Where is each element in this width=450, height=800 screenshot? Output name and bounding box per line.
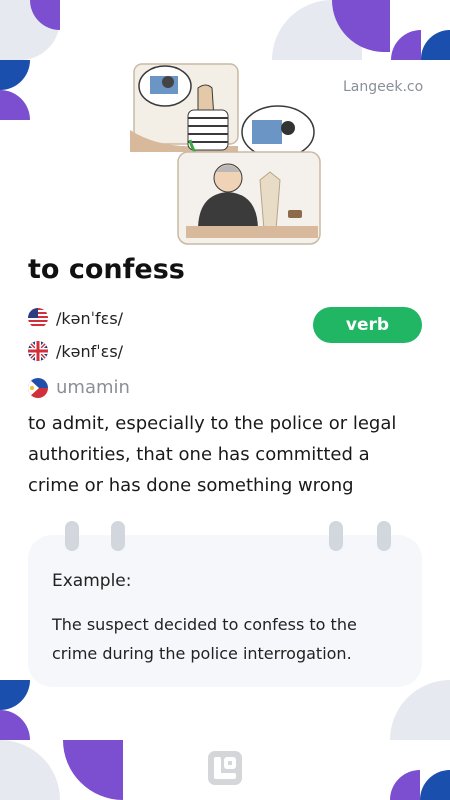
us-flag-icon: [28, 308, 48, 328]
pronunciation-us-ipa: /kənˈfɛs/: [56, 308, 124, 328]
word-title: to confess: [28, 254, 185, 285]
uk-flag-icon: [28, 341, 48, 361]
decor-top-left: [0, 0, 60, 120]
translation-row: umamin: [28, 377, 130, 398]
confession-scene-illustration: [128, 60, 322, 246]
definition-text: to admit, especially to the police or le…: [28, 413, 397, 496]
pronunciation-uk-ipa: /kənfˈɛs/: [56, 341, 124, 361]
pronunciation-us[interactable]: /kənˈfɛs/: [28, 308, 123, 328]
decor-bottom-left: [0, 680, 125, 800]
philippines-flag-icon: [28, 377, 48, 398]
example-card: Example: The suspect decided to confess …: [28, 535, 422, 687]
translation-text: umamin: [56, 377, 130, 398]
binder-ring-icon: [111, 521, 125, 551]
pronunciation-uk[interactable]: /kənfˈɛs/: [28, 341, 123, 361]
example-label: Example:: [52, 571, 132, 591]
example-sentence: The suspect decided to confess to the cr…: [52, 615, 357, 663]
binder-ring-icon: [377, 521, 391, 551]
langeek-logo-icon: [208, 751, 242, 785]
brand-site-label: Langeek.co: [343, 79, 424, 95]
decor-bottom-right: [390, 680, 450, 800]
part-of-speech-badge: verb: [313, 307, 422, 343]
binder-ring-icon: [329, 521, 343, 551]
binder-ring-icon: [65, 521, 79, 551]
decor-top-right: [270, 0, 450, 60]
